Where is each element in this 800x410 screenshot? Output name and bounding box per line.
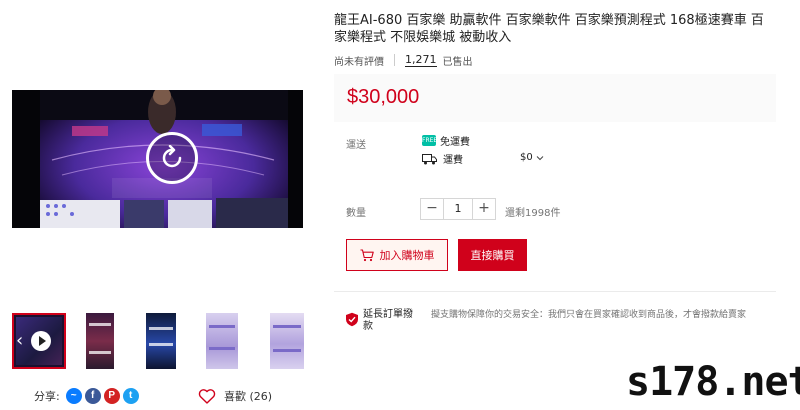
quantity-input[interactable]: 1: [443, 199, 473, 219]
thumbnail-image[interactable]: [270, 313, 304, 369]
shipping-fee-value: $0: [520, 152, 533, 163]
guarantee-title: 延長訂單撥款: [363, 309, 413, 332]
stock-remaining: 還剩1998件: [505, 208, 561, 219]
play-icon: [31, 331, 51, 351]
sold-count: 1,271: [405, 53, 437, 67]
heart-icon: [198, 389, 216, 404]
messenger-icon[interactable]: ~: [65, 388, 82, 404]
price: $30,000: [347, 86, 420, 108]
thumbnail-strip: ‹: [12, 313, 308, 369]
like-count: 喜歡 (26): [224, 390, 273, 403]
free-shipping-icon: FREE: [422, 135, 438, 146]
thumbnail-image[interactable]: [206, 313, 238, 369]
thumbnail-video[interactable]: ‹: [12, 313, 66, 369]
free-shipping-label: 免運費: [440, 137, 470, 148]
add-to-cart-button[interactable]: 加入購物車: [346, 239, 448, 271]
rating-text[interactable]: 尚未有評價: [334, 53, 384, 68]
shipping-label: 運送: [346, 140, 366, 151]
share-label: 分享:: [34, 390, 60, 403]
shield-icon: [346, 312, 358, 327]
truck-icon: [422, 153, 437, 164]
facebook-icon[interactable]: f: [84, 388, 101, 404]
watermark-text: s178.net: [626, 359, 800, 405]
product-title: 龍王AI-680 百家樂 助贏軟件 百家樂軟件 百家樂預測程式 168極速賽車 …: [334, 13, 764, 45]
product-video[interactable]: [12, 90, 303, 228]
twitter-icon[interactable]: t: [122, 388, 139, 404]
share-row: 分享: ~ f P t: [34, 388, 139, 404]
replay-icon: [162, 145, 182, 168]
chevron-down-icon: [536, 155, 544, 160]
guarantee-text: 擬支購物保障你的交易安全：我們只會在買家確認收到商品後，才會撥款給賣家: [431, 310, 747, 320]
cart-icon: [360, 248, 374, 261]
pinterest-icon[interactable]: P: [103, 388, 120, 404]
like-button[interactable]: 喜歡 (26): [198, 388, 272, 404]
shipping-fee-row: 運費: [422, 151, 463, 166]
price-box: $30,000: [334, 74, 776, 122]
quantity-decrease-button[interactable]: −: [421, 199, 443, 219]
quantity-increase-button[interactable]: +: [473, 199, 495, 219]
quantity-label: 數量: [346, 208, 366, 219]
section-divider: [334, 291, 776, 292]
free-shipping: FREE 免運費: [422, 133, 470, 148]
buy-now-label: 直接購買: [470, 249, 515, 262]
thumbnail-image[interactable]: [86, 313, 114, 369]
quantity-stepper: − 1 +: [420, 198, 496, 220]
buy-now-button[interactable]: 直接購買: [458, 239, 527, 271]
shipping-fee-dropdown[interactable]: $0: [520, 152, 544, 163]
product-meta: 尚未有評價 1,271 已售出: [334, 53, 473, 68]
chevron-left-icon[interactable]: ‹: [16, 331, 23, 351]
sold-label: 已售出: [442, 56, 473, 68]
shipping-fee-label: 運費: [443, 155, 463, 166]
add-to-cart-label: 加入購物車: [379, 249, 435, 262]
thumbnail-image[interactable]: [146, 313, 176, 369]
replay-button[interactable]: [146, 132, 198, 184]
divider: [394, 54, 395, 66]
